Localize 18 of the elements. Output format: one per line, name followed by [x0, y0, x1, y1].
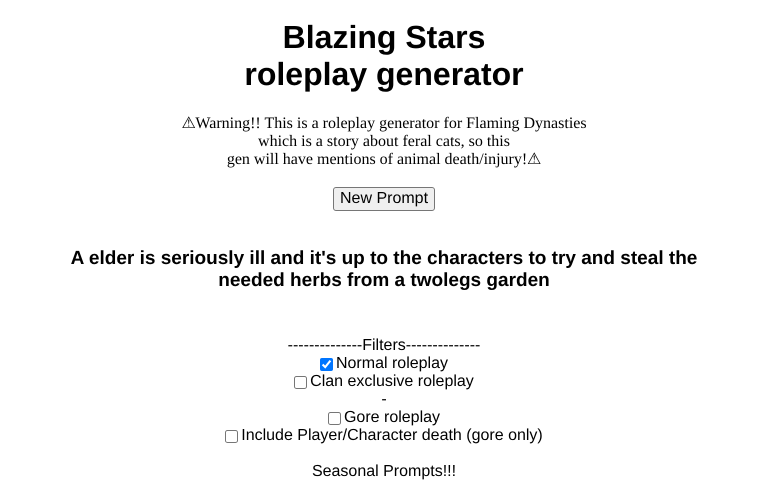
- new-prompt-button[interactable]: New Prompt: [332, 187, 436, 211]
- filter-label: Gore roleplay: [344, 409, 440, 427]
- page-title: roleplay generator: [244, 56, 524, 93]
- filter-label: Include Player/Character death (gore only): [241, 427, 543, 445]
- separator-text: -: [381, 391, 387, 408]
- warning-text: gen will have mentions of animal death/injury!⚠: [226, 151, 542, 169]
- filter-checkbox[interactable]: [320, 358, 333, 370]
- warning-text: which is a story about feral cats, so this: [258, 133, 510, 151]
- filter-label: Normal roleplay: [336, 355, 448, 373]
- page-title: Blazing Stars: [282, 19, 486, 56]
- filter-checkbox[interactable]: [294, 376, 308, 388]
- warning-text: ⚠Warning!! This is a roleplay generator for Flaming Dynasties: [181, 115, 587, 133]
- prompt-text: A elder is seriously ill and it's up to the characters to try and steal the needed herbs from a twolegs garden: [70, 248, 698, 291]
- filters-heading: --------------Filters--------------: [288, 337, 480, 354]
- filter-checkbox[interactable]: [328, 412, 341, 424]
- filter-checkbox[interactable]: [225, 430, 238, 442]
- filter-label: Clan exclusive roleplay: [310, 373, 474, 391]
- filters-heading: Seasonal Prompts!!!: [312, 463, 456, 480]
